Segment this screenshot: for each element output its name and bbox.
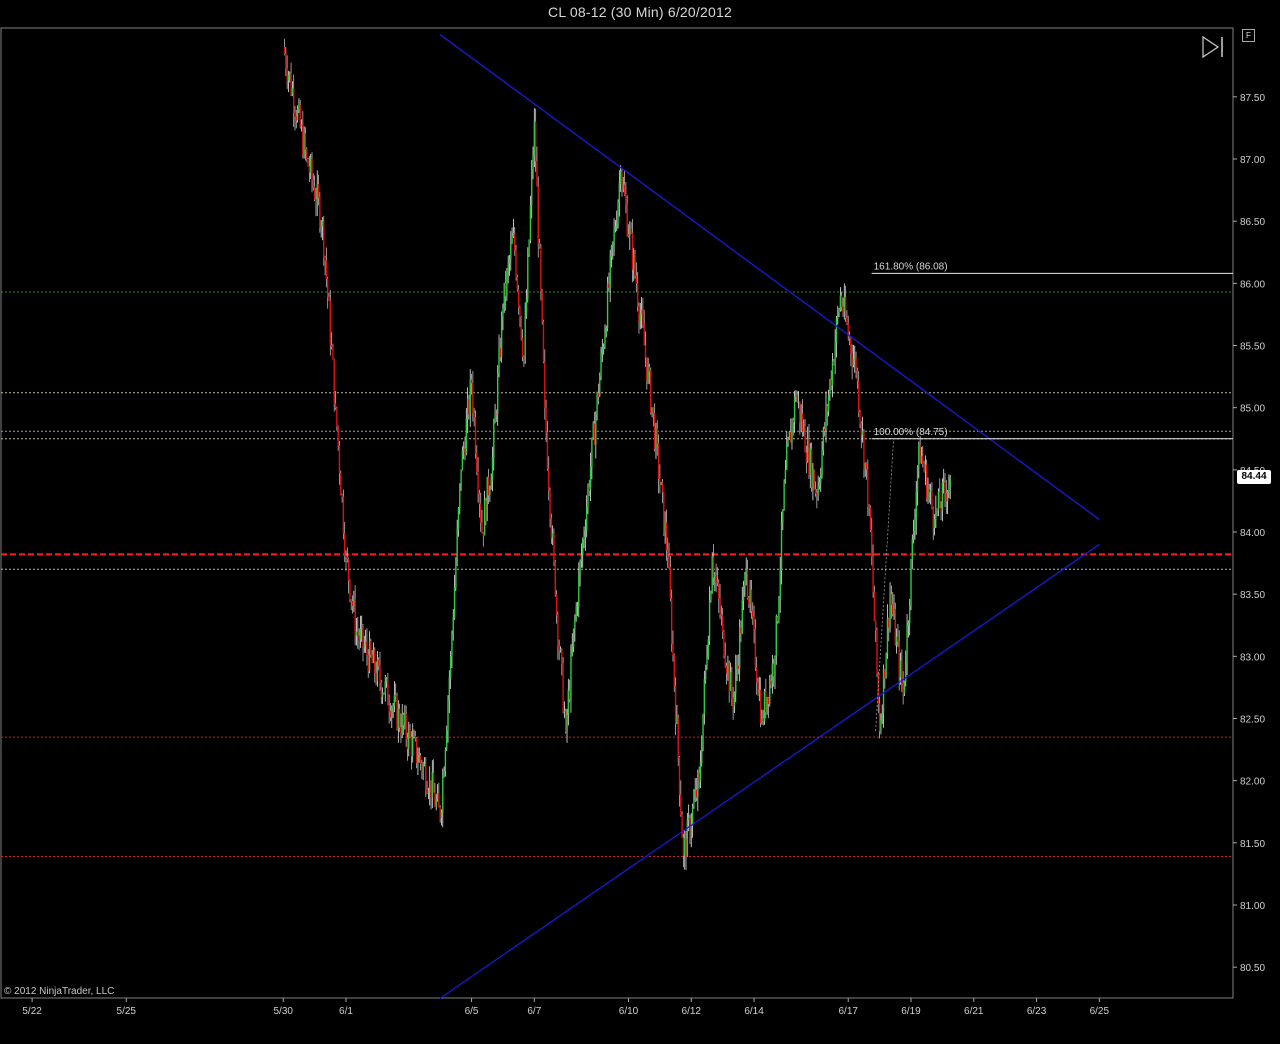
lower-trendline[interactable] bbox=[439, 543, 1100, 999]
y-tick-label: 82.50 bbox=[1240, 715, 1265, 726]
x-tick-label: 6/14 bbox=[744, 1006, 764, 1017]
y-tick-label: 86.00 bbox=[1240, 279, 1265, 290]
y-tick-label: 85.50 bbox=[1240, 342, 1265, 353]
horizontal-lines bbox=[1, 291, 1233, 858]
y-tick-label: 81.50 bbox=[1240, 839, 1265, 850]
fib-level-label: 100.00% (84.75) bbox=[874, 427, 948, 438]
y-tick-label: 85.00 bbox=[1240, 404, 1265, 415]
x-tick-label: 6/19 bbox=[901, 1006, 921, 1017]
y-tick-label: 83.50 bbox=[1240, 590, 1265, 601]
last-price-marker: 84.44 bbox=[1237, 470, 1271, 484]
x-tick-label: 6/23 bbox=[1027, 1006, 1047, 1017]
y-tick-label: 86.50 bbox=[1240, 217, 1265, 228]
y-tick-label: 81.00 bbox=[1240, 901, 1265, 912]
upper-trendline[interactable] bbox=[439, 34, 1100, 521]
y-tick-label: 80.50 bbox=[1240, 963, 1265, 974]
fib-level-label: 161.80% (86.08) bbox=[874, 261, 948, 272]
fibonacci-levels[interactable]: 161.80% (86.08) 100.00% (84.75) bbox=[871, 261, 1233, 731]
x-tick-label: 5/25 bbox=[117, 1006, 137, 1017]
price-chart[interactable]: 161.80% (86.08) 100.00% (84.75) 80.50 81.0… bbox=[0, 0, 1280, 1044]
x-tick-label: 6/1 bbox=[339, 1006, 353, 1017]
play-icon[interactable] bbox=[1200, 35, 1226, 59]
trendlines[interactable] bbox=[439, 34, 1100, 999]
x-tick-label: 6/17 bbox=[838, 1006, 858, 1017]
corner-box[interactable]: F bbox=[1242, 29, 1255, 42]
price-axis: 80.50 81.00 81.50 82.00 82.50 83.00 83.50 84.00… bbox=[1233, 93, 1265, 974]
x-tick-label: 6/25 bbox=[1090, 1006, 1110, 1017]
x-tick-label: 5/30 bbox=[273, 1006, 293, 1017]
copyright-text: © 2012 NinjaTrader, LLC bbox=[4, 986, 115, 997]
y-tick-label: 84.00 bbox=[1240, 528, 1265, 539]
x-tick-label: 6/5 bbox=[465, 1006, 479, 1017]
plot-area bbox=[0, 27, 1234, 999]
x-tick-label: 6/12 bbox=[682, 1006, 702, 1017]
y-tick-label: 83.00 bbox=[1240, 652, 1265, 663]
x-tick-label: 6/7 bbox=[527, 1006, 541, 1017]
y-tick-label: 87.00 bbox=[1240, 155, 1265, 166]
y-tick-label: 82.00 bbox=[1240, 777, 1265, 788]
x-tick-label: 6/10 bbox=[619, 1006, 639, 1017]
price-bars bbox=[283, 38, 951, 870]
x-tick-label: 5/22 bbox=[22, 1006, 42, 1017]
time-axis: 5/185/225/255/306/16/56/76/106/126/146/1… bbox=[22, 998, 1110, 1017]
x-tick-label: 6/21 bbox=[964, 1006, 984, 1017]
y-tick-label: 87.50 bbox=[1240, 93, 1265, 104]
